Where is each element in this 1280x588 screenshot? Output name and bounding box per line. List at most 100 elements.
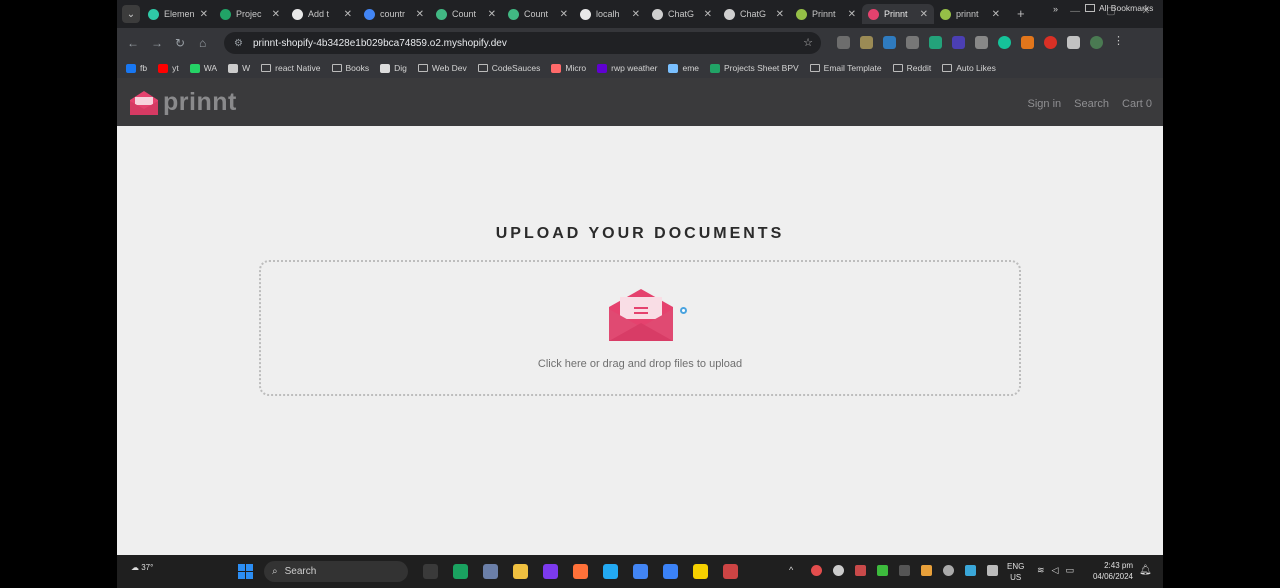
- browser-tab[interactable]: Count ✕: [502, 4, 574, 24]
- taskbar-app-icon[interactable]: [513, 564, 528, 579]
- tray-icon[interactable]: [987, 565, 998, 576]
- chevron-up-icon[interactable]: ^: [789, 565, 800, 576]
- search-link[interactable]: Search: [1074, 98, 1109, 110]
- bookmarks-overflow-icon[interactable]: »: [1053, 4, 1058, 14]
- grammarly-icon[interactable]: [998, 36, 1011, 49]
- sign-in-link[interactable]: Sign in: [1028, 98, 1062, 110]
- bookmark-star-icon[interactable]: ☆: [803, 36, 813, 49]
- taskbar-app-icon[interactable]: [663, 564, 678, 579]
- start-button[interactable]: [238, 564, 253, 579]
- site-info-icon[interactable]: ⚙: [234, 38, 243, 49]
- address-bar[interactable]: ⚙ prinnt-shopify-4b3428e1b029bca74859.o2…: [224, 32, 821, 54]
- bookmark-item[interactable]: Projects Sheet BPV: [710, 63, 799, 73]
- microphone-icon[interactable]: [811, 565, 822, 576]
- home-icon[interactable]: ⌂: [199, 36, 206, 50]
- taskbar-app-icon[interactable]: [723, 564, 738, 579]
- tab-close-icon[interactable]: ✕: [560, 9, 568, 20]
- bookmark-item[interactable]: fb: [126, 63, 147, 73]
- tray-icon[interactable]: [921, 565, 932, 576]
- bookmark-item[interactable]: yt: [158, 63, 179, 73]
- tab-close-icon[interactable]: ✕: [776, 9, 784, 20]
- weather-widget[interactable]: ☁ 37°: [131, 563, 153, 572]
- browser-tab[interactable]: Projec ✕: [214, 4, 286, 24]
- taskbar-search[interactable]: ⌕ Search: [264, 561, 408, 582]
- browser-tab[interactable]: countr ✕: [358, 4, 430, 24]
- tray-icon[interactable]: [833, 565, 844, 576]
- browser-tab[interactable]: Count ✕: [430, 4, 502, 24]
- reload-icon[interactable]: ↻: [175, 36, 185, 50]
- browser-tab[interactable]: Elemen ✕: [142, 4, 214, 24]
- extension-icon[interactable]: [860, 36, 873, 49]
- bookmark-item[interactable]: Auto Likes: [942, 63, 996, 73]
- tab-close-icon[interactable]: ✕: [416, 9, 424, 20]
- menu-kebab-icon[interactable]: ⋮: [1113, 36, 1126, 49]
- bookmark-item[interactable]: eme: [668, 63, 699, 73]
- bookmark-item[interactable]: Web Dev: [417, 63, 467, 73]
- taskbar-app-icon[interactable]: [693, 564, 708, 579]
- extension-icon[interactable]: [929, 36, 942, 49]
- taskbar-app-icon[interactable]: [633, 564, 648, 579]
- extension-icon[interactable]: [906, 36, 919, 49]
- minimize-icon[interactable]: —: [1070, 6, 1080, 17]
- tab-close-icon[interactable]: ✕: [992, 9, 1000, 20]
- taskbar-app-icon[interactable]: [423, 564, 438, 579]
- tab-search-button[interactable]: ⌄: [122, 5, 140, 23]
- new-tab-button[interactable]: +: [1017, 6, 1025, 21]
- browser-tab[interactable]: Add t ✕: [286, 4, 358, 24]
- tab-close-icon[interactable]: ✕: [488, 9, 496, 20]
- browser-tab[interactable]: prinnt ✕: [934, 4, 1006, 24]
- taskbar-app-icon[interactable]: [573, 564, 588, 579]
- quick-settings[interactable]: ≋ ◁ ▭: [1037, 565, 1074, 576]
- back-icon[interactable]: ←: [127, 36, 139, 50]
- bookmark-item[interactable]: Email Template: [809, 63, 882, 73]
- react-devtools-icon[interactable]: [883, 36, 896, 49]
- tray-icon[interactable]: [899, 565, 910, 576]
- tab-close-icon[interactable]: ✕: [272, 9, 280, 20]
- notification-bell-icon[interactable]: 🔔︎: [1139, 565, 1152, 576]
- extension-icon[interactable]: [952, 36, 965, 49]
- tab-close-icon[interactable]: ✕: [632, 9, 640, 20]
- bookmark-item[interactable]: Micro: [551, 63, 586, 73]
- metamask-icon[interactable]: [1021, 36, 1034, 49]
- cart-link[interactable]: Cart 0: [1122, 98, 1152, 110]
- tray-icon[interactable]: [877, 565, 888, 576]
- extension-icon[interactable]: [837, 36, 850, 49]
- tab-close-icon[interactable]: ✕: [704, 9, 712, 20]
- forward-icon[interactable]: →: [151, 36, 163, 50]
- tab-favicon-icon: [724, 8, 735, 20]
- tab-close-icon[interactable]: ✕: [344, 9, 352, 20]
- bookmark-item[interactable]: react Native: [261, 63, 321, 73]
- browser-tab[interactable]: Prinnt ✕: [862, 4, 934, 24]
- extension-icon[interactable]: [975, 36, 988, 49]
- profile-avatar[interactable]: [1090, 36, 1103, 49]
- tab-close-icon[interactable]: ✕: [848, 9, 856, 20]
- taskbar-app-icon[interactable]: [543, 564, 558, 579]
- taskbar-app-icon[interactable]: [603, 564, 618, 579]
- bookmark-item[interactable]: rwp weather: [597, 63, 657, 73]
- all-bookmarks-button[interactable]: All Bookmarks: [1085, 3, 1153, 13]
- bookmark-item[interactable]: WA: [189, 63, 217, 73]
- tab-close-icon[interactable]: ✕: [920, 9, 928, 20]
- site-logo[interactable]: prinnt: [129, 88, 237, 117]
- language-indicator[interactable]: ENG US: [1007, 561, 1024, 583]
- bookmark-item[interactable]: Books: [331, 63, 369, 73]
- browser-tab[interactable]: Prinnt ✕: [790, 4, 862, 24]
- bookmark-item[interactable]: CodeSauces: [477, 63, 540, 73]
- tab-close-icon[interactable]: ✕: [200, 9, 208, 20]
- browser-tab[interactable]: ChatG ✕: [718, 4, 790, 24]
- bookmark-item[interactable]: Reddit: [892, 63, 931, 73]
- browser-tab[interactable]: ChatG ✕: [646, 4, 718, 24]
- clock[interactable]: 2:43 pm 04/06/2024: [1085, 560, 1133, 582]
- bookmark-item[interactable]: Dig: [380, 63, 407, 73]
- tray-icon[interactable]: [855, 565, 866, 576]
- taskbar-app-icon[interactable]: [483, 564, 498, 579]
- extensions-puzzle-icon[interactable]: [1067, 36, 1080, 49]
- extension-icon[interactable]: [1044, 36, 1057, 49]
- logo-text: prinnt: [163, 88, 237, 116]
- tray-icon[interactable]: [943, 565, 954, 576]
- upload-dropzone[interactable]: Click here or drag and drop files to upl…: [259, 260, 1021, 396]
- tray-icon[interactable]: [965, 565, 976, 576]
- bookmark-item[interactable]: W: [228, 63, 250, 73]
- taskbar-app-icon[interactable]: [453, 564, 468, 579]
- browser-tab[interactable]: localh ✕: [574, 4, 646, 24]
